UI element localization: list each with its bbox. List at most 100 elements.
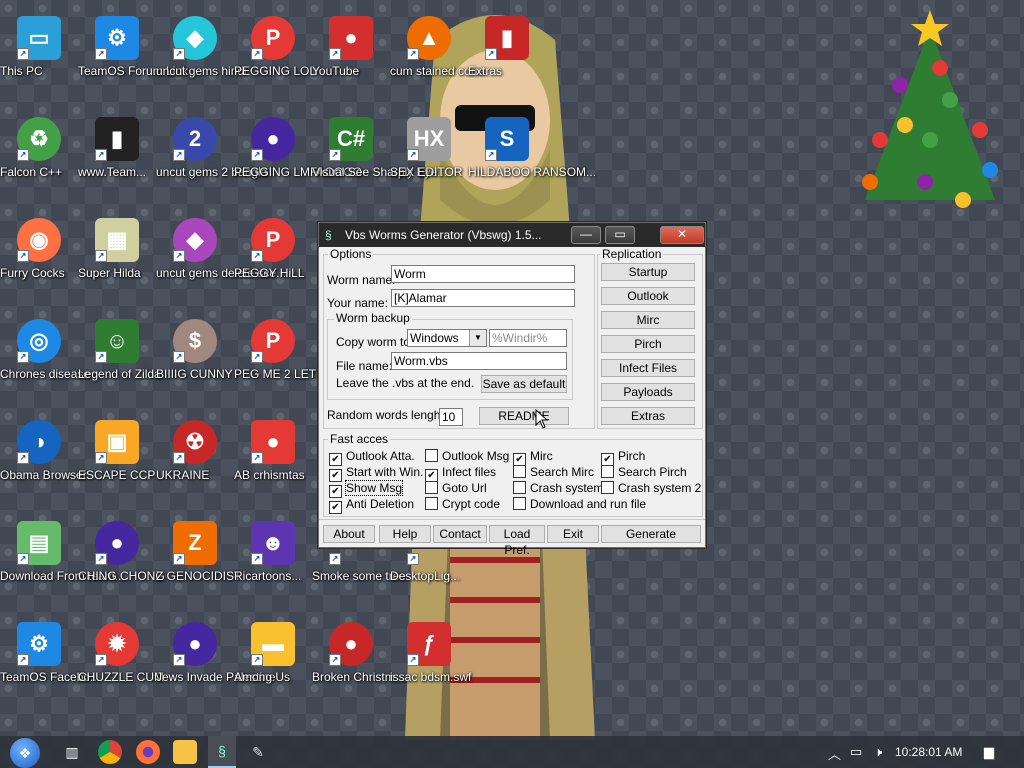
- desktop-icon[interactable]: C# ↗ Visual See Sharply Eye...: [312, 109, 447, 205]
- title-bar[interactable]: § Vbs Worms Generator (Vbswg) 1.5... — ▭…: [319, 223, 705, 247]
- taskbar-clock[interactable]: 10:28:01 AM: [895, 745, 962, 759]
- chevron-down-icon[interactable]: ▼: [469, 330, 486, 346]
- your-name-field[interactable]: [391, 289, 575, 307]
- contact-button[interactable]: Contact: [433, 525, 487, 543]
- checkbox-show-msg[interactable]: ✔ Show Msg: [329, 480, 404, 498]
- desktop-icon[interactable]: ▣ ↗ ESCAPE CCP: [78, 412, 156, 508]
- desktop-icon[interactable]: HX ↗ SEX EDITOR: [390, 109, 468, 205]
- paint-icon[interactable]: ✎: [246, 740, 270, 764]
- desktop-icon[interactable]: ⚙ ↗ TeamOS Forum Link: [78, 8, 188, 104]
- checkbox-outlook-msg[interactable]: Outlook Msg: [425, 449, 509, 464]
- checkbox-crash-system-2[interactable]: Crash system 2: [601, 481, 701, 496]
- random-words-field[interactable]: [439, 408, 463, 426]
- checkbox-label: Start with Win.: [346, 465, 424, 479]
- desktop-icon[interactable]: 2 ↗ uncut gems 2 bangla: [156, 109, 267, 205]
- copy-worm-to-select[interactable]: Windows ▼: [407, 329, 487, 347]
- readme-button[interactable]: README: [479, 407, 569, 425]
- checkbox-search-pirch[interactable]: Search Pirch: [601, 465, 687, 480]
- desktop-icon[interactable]: ● ↗ Broken Christm...: [312, 614, 405, 710]
- generate-button[interactable]: Generate: [601, 525, 701, 543]
- desktop-icon[interactable]: ▬ ↗ Among Us: [234, 614, 312, 710]
- desktop-icon[interactable]: ☺ ↗ Legend of Zilda: [78, 311, 161, 407]
- checkbox-box[interactable]: [425, 497, 438, 510]
- checkbox-pirch[interactable]: ✔ Pirch: [601, 449, 645, 466]
- desktop-icon[interactable]: $ ↗ BIIIIG CUNNY: [156, 311, 234, 407]
- checkbox-box[interactable]: [513, 465, 526, 478]
- desktop-icon[interactable]: ◎ ↗ Chrones disease: [0, 311, 90, 407]
- replication-button-mirc[interactable]: Mirc: [601, 311, 695, 329]
- desktop-icon[interactable]: P ↗ PEGGY HiLL: [234, 210, 312, 306]
- desktop-icon[interactable]: Z ↗ Z GENOCIDIST: [156, 513, 241, 609]
- windir-path-field[interactable]: [489, 329, 567, 347]
- maximize-button[interactable]: ▭: [605, 226, 635, 244]
- checkbox-box[interactable]: [513, 497, 526, 510]
- checkbox-crash-system[interactable]: Crash system: [513, 481, 603, 496]
- desktop-icon[interactable]: ◑ ↗ Obama Browser: [0, 412, 87, 508]
- volume-icon[interactable]: 🕨: [874, 744, 882, 760]
- checkbox-infect-files[interactable]: ✔ Infect files: [425, 465, 496, 482]
- replication-button-infect-files[interactable]: Infect Files: [601, 359, 695, 377]
- desktop-icon[interactable]: ● ↗ PEGGING LMFAOOOO: [234, 109, 362, 205]
- desktop-icon[interactable]: ▲ ↗ cum stained cone: [390, 8, 484, 104]
- checkbox-anti-deletion[interactable]: ✔ Anti Deletion: [329, 497, 414, 514]
- checkbox-box[interactable]: [601, 465, 614, 478]
- desktop-icon[interactable]: P ↗ PEGGING LOL: [234, 8, 316, 104]
- replication-button-outlook[interactable]: Outlook: [601, 287, 695, 305]
- checkbox-box[interactable]: [601, 481, 614, 494]
- checkbox-box[interactable]: [513, 481, 526, 494]
- checkbox-outlook-atta[interactable]: ✔ Outlook Atta.: [329, 449, 415, 466]
- file-explorer-icon[interactable]: [173, 740, 197, 764]
- desktop-icon[interactable]: ● ↗ AB crhismtas: [234, 412, 312, 508]
- save-as-default-button[interactable]: Save as default: [481, 375, 567, 393]
- checkbox-search-mirc[interactable]: Search Mirc: [513, 465, 594, 480]
- desktop-icon[interactable]: ♻ ↗ Falcon C++: [0, 109, 78, 205]
- checkbox-mirc[interactable]: ✔ Mirc: [513, 449, 553, 466]
- desktop-icon[interactable]: ● ↗ Jews Invade Palestine: [156, 614, 275, 710]
- exit-button[interactable]: Exit: [547, 525, 599, 543]
- checkbox-crypt-code[interactable]: Crypt code: [425, 497, 500, 512]
- desktop-icon[interactable]: ⚙ ↗ TeamOS Facebo...: [0, 614, 100, 710]
- file-name-field[interactable]: [391, 352, 567, 370]
- network-icon[interactable]: ▭: [850, 744, 862, 760]
- desktop-icon[interactable]: ▭ ↗ This PC: [0, 8, 78, 104]
- task-view-icon[interactable]: ▥: [60, 740, 84, 764]
- desktop-icon[interactable]: ☻ ↗ Ricartoons...: [234, 513, 312, 609]
- replication-button-extras[interactable]: Extras: [601, 407, 695, 425]
- start-orb-icon[interactable]: ❖: [10, 738, 40, 768]
- close-button[interactable]: ✕: [660, 226, 704, 244]
- desktop-icon[interactable]: ▮ ↗ www.Team...: [78, 109, 156, 205]
- desktop-icon[interactable]: ◆ ↗ uncut gems hindi: [156, 8, 247, 104]
- checkbox-start-with-win[interactable]: ✔ Start with Win.: [329, 465, 424, 482]
- about-button[interactable]: About: [323, 525, 375, 543]
- desktop-icon[interactable]: ☢ ↗ UKRAINE: [156, 412, 234, 508]
- desktop-icon[interactable]: ✹ ↗ CHUZZLE CUM: [78, 614, 164, 710]
- notification-icon[interactable]: ▆: [984, 744, 994, 760]
- firefox-icon[interactable]: [136, 740, 160, 764]
- minimize-button[interactable]: —: [571, 226, 601, 244]
- checkbox-goto-url[interactable]: Goto Url: [425, 481, 487, 496]
- desktop-icon[interactable]: ▦ ↗ Super Hilda: [78, 210, 156, 306]
- desktop-icon[interactable]: ● ↗ YouTube: [312, 8, 390, 104]
- desktop-icon[interactable]: S ↗ HILDABOO RANSOM...: [468, 109, 596, 205]
- checkbox-box[interactable]: [425, 449, 438, 462]
- desktop-icon[interactable]: ▤ ↗ Download From team...: [0, 513, 125, 609]
- help-button[interactable]: Help: [379, 525, 431, 543]
- worm-name-field[interactable]: [391, 265, 575, 283]
- checkmark-icon[interactable]: ✔: [329, 501, 342, 514]
- checkbox-box[interactable]: [425, 481, 438, 494]
- desktop-icon[interactable]: ◆ ↗ uncut gems delete sce...: [156, 210, 286, 306]
- desktop-icon[interactable]: ▮ ↗ Extras: [468, 8, 546, 104]
- desktop-icon[interactable]: ƒ ↗ issac bdsm.swf: [390, 614, 471, 710]
- load-pref-button[interactable]: Load Pref.: [489, 525, 545, 557]
- desktop-icon[interactable]: P ↗ PEG ME 2 LET OFF STEAM: [234, 311, 388, 407]
- replication-button-pirch[interactable]: Pirch: [601, 335, 695, 353]
- vbswg-app-icon: §: [325, 228, 332, 242]
- checkbox-download-and-run-file[interactable]: Download and run file: [513, 497, 646, 512]
- replication-button-payloads[interactable]: Payloads: [601, 383, 695, 401]
- vbswg-icon[interactable]: §: [208, 736, 236, 768]
- desktop-icon[interactable]: ● ↗ CHING CHONG: [78, 513, 165, 609]
- desktop-icon[interactable]: ◉ ↗ Furry Cocks: [0, 210, 78, 306]
- chrome-icon[interactable]: [98, 740, 122, 764]
- chevron-up-icon[interactable]: ︿: [828, 744, 841, 763]
- replication-button-startup[interactable]: Startup: [601, 263, 695, 281]
